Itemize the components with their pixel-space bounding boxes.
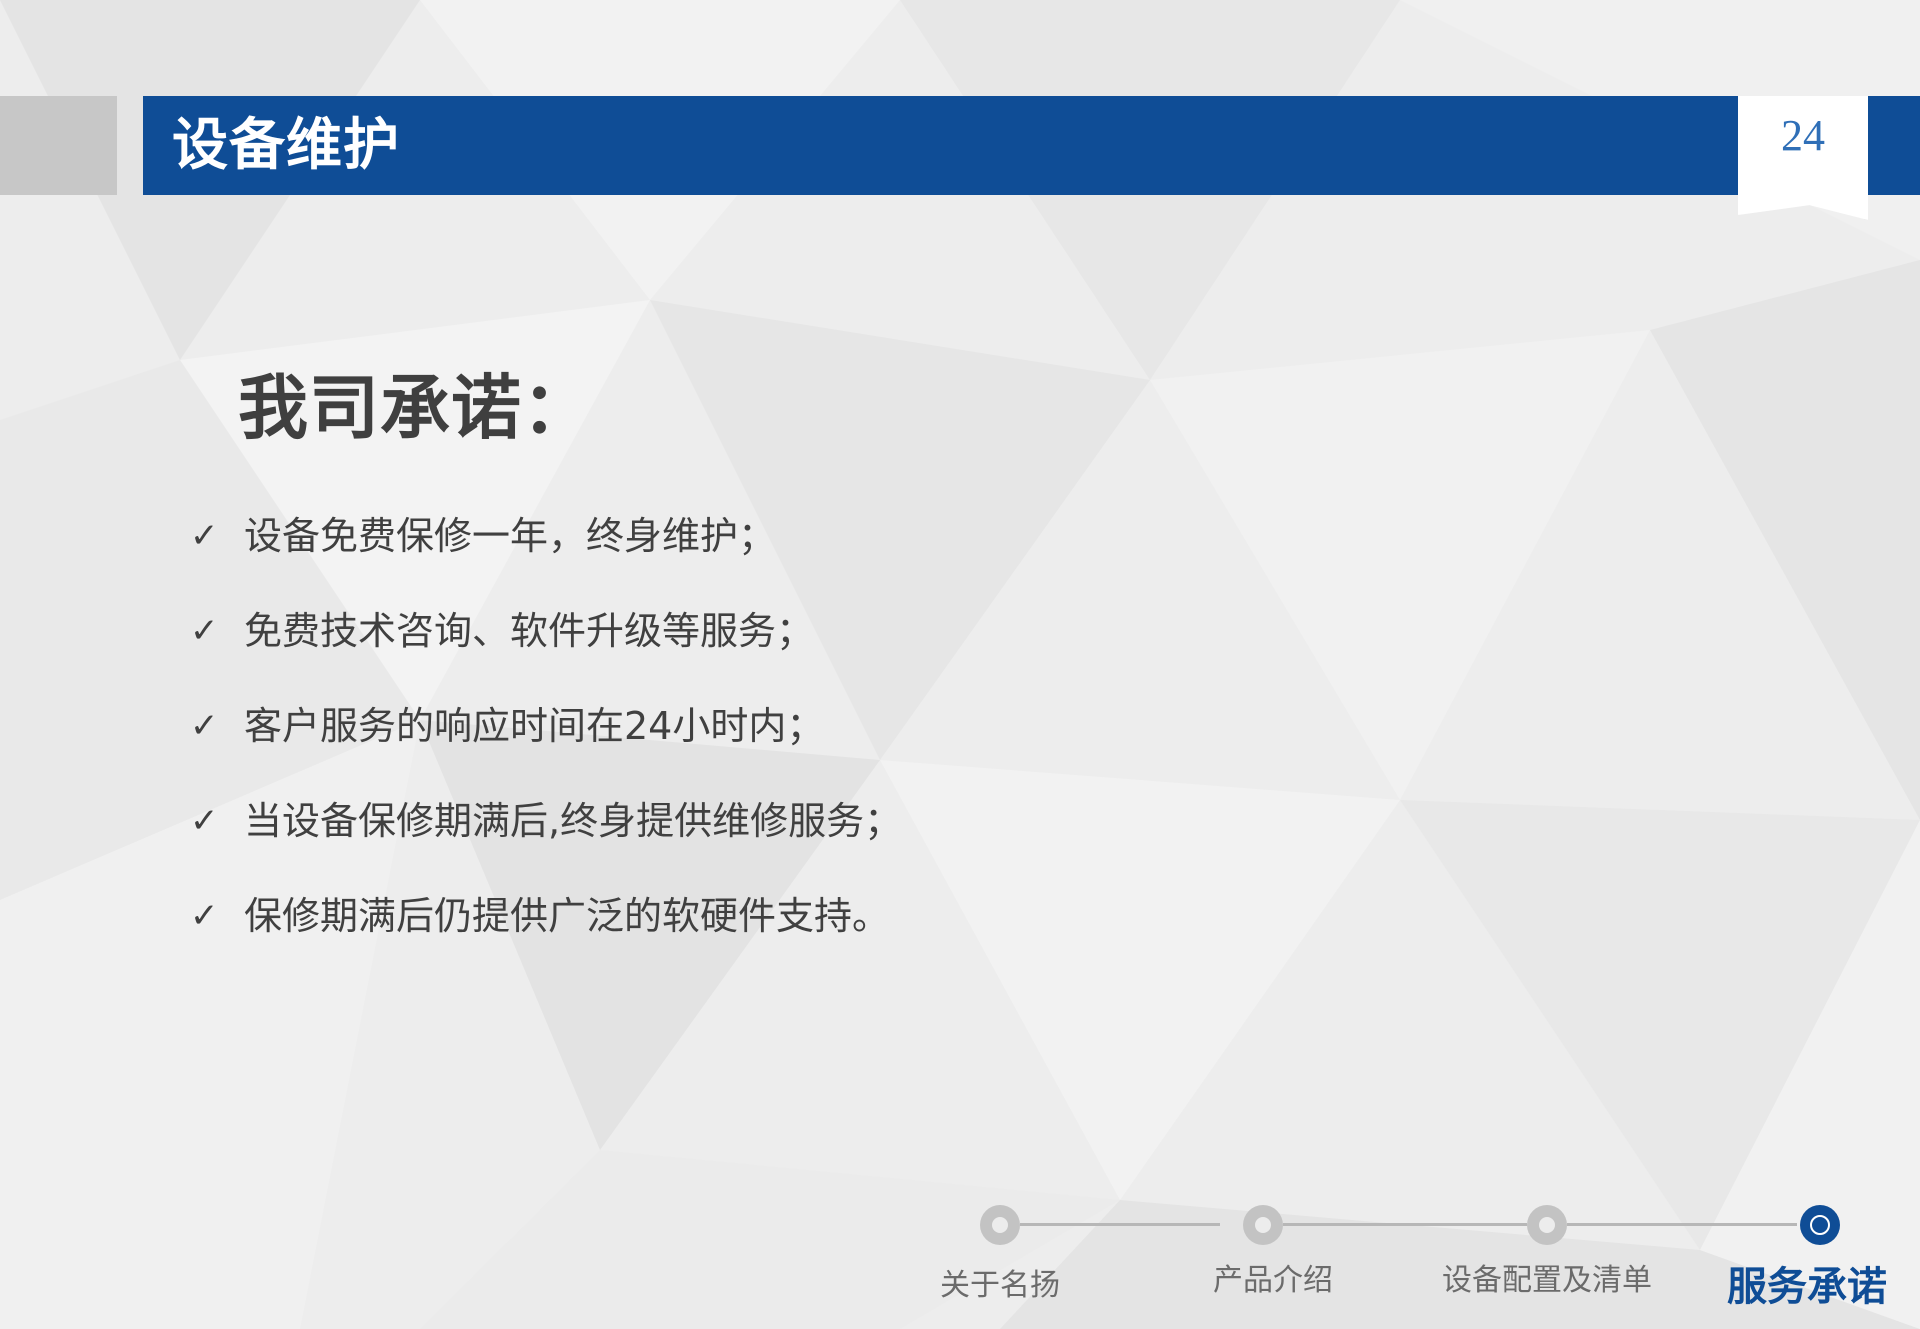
check-icon: ✓ [190,801,219,841]
page-number: 24 [1781,111,1825,160]
list-item-text: 当设备保修期满后,终身提供维修服务； [244,799,903,843]
commitment-heading: 我司承诺： [238,367,593,449]
commitment-list: ✓ 设备免费保修一年，终身维护； ✓ 免费技术咨询、软件升级等服务； ✓ 客户服… [190,506,902,981]
list-item-text: 免费技术咨询、软件升级等服务； [244,609,815,653]
check-icon: ✓ [190,611,219,651]
list-item: ✓ 当设备保修期满后,终身提供维修服务； [190,791,902,886]
check-icon: ✓ [190,516,219,556]
header-bar [143,96,1920,195]
check-icon: ✓ [190,896,219,936]
check-icon: ✓ [190,706,219,746]
list-item: ✓ 免费技术咨询、软件升级等服务； [190,601,902,696]
list-item: ✓ 保修期满后仍提供广泛的软硬件支持。 [190,886,902,981]
header-accent-block [0,96,117,195]
list-item-text: 客户服务的响应时间在24小时内； [244,704,825,748]
slide-title: 设备维护 [172,113,400,178]
list-item-text: 保修期满后仍提供广泛的软硬件支持。 [244,894,891,938]
list-item: ✓ 客户服务的响应时间在24小时内； [190,696,902,791]
list-item-text: 设备免费保修一年，终身维护； [244,514,777,558]
list-item: ✓ 设备免费保修一年，终身维护； [190,506,902,601]
